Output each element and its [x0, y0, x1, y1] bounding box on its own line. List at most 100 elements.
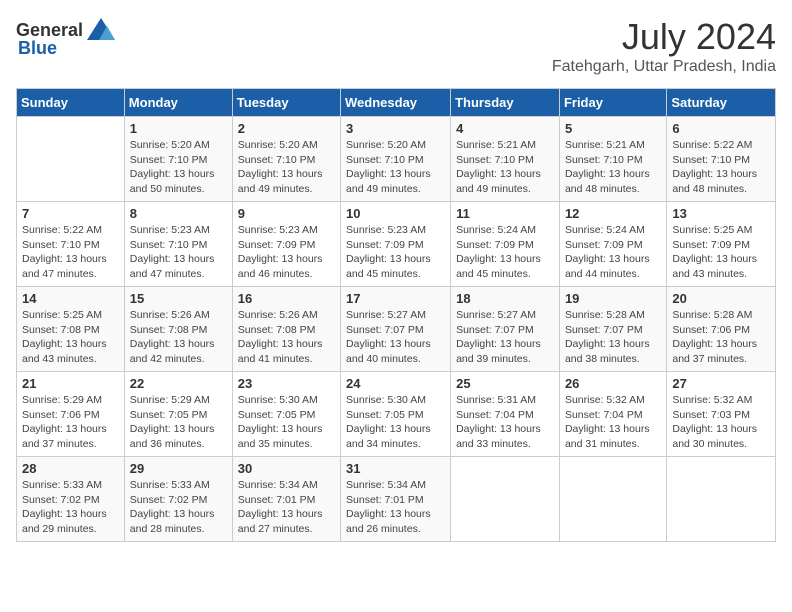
day-number: 7 [22, 206, 119, 221]
calendar-cell: 15 Sunrise: 5:26 AMSunset: 7:08 PMDayligh… [124, 287, 232, 372]
day-number: 24 [346, 376, 445, 391]
calendar-cell [17, 117, 125, 202]
day-info: Sunrise: 5:28 AMSunset: 7:06 PMDaylight:… [672, 308, 770, 367]
calendar-cell: 30 Sunrise: 5:34 AMSunset: 7:01 PMDayligh… [232, 457, 340, 542]
calendar-table: SundayMondayTuesdayWednesdayThursdayFrid… [16, 88, 776, 542]
day-number: 21 [22, 376, 119, 391]
day-number: 25 [456, 376, 554, 391]
day-info: Sunrise: 5:23 AMSunset: 7:09 PMDaylight:… [346, 223, 445, 282]
day-number: 26 [565, 376, 661, 391]
calendar-cell: 12 Sunrise: 5:24 AMSunset: 7:09 PMDayligh… [559, 202, 666, 287]
logo-blue: Blue [18, 38, 57, 59]
calendar-cell: 21 Sunrise: 5:29 AMSunset: 7:06 PMDayligh… [17, 372, 125, 457]
day-number: 16 [238, 291, 335, 306]
day-number: 10 [346, 206, 445, 221]
day-number: 5 [565, 121, 661, 136]
day-info: Sunrise: 5:21 AMSunset: 7:10 PMDaylight:… [565, 138, 661, 197]
day-info: Sunrise: 5:22 AMSunset: 7:10 PMDaylight:… [22, 223, 119, 282]
day-info: Sunrise: 5:27 AMSunset: 7:07 PMDaylight:… [346, 308, 445, 367]
day-info: Sunrise: 5:21 AMSunset: 7:10 PMDaylight:… [456, 138, 554, 197]
day-number: 18 [456, 291, 554, 306]
calendar-cell: 3 Sunrise: 5:20 AMSunset: 7:10 PMDaylight… [341, 117, 451, 202]
calendar-cell: 7 Sunrise: 5:22 AMSunset: 7:10 PMDaylight… [17, 202, 125, 287]
calendar-cell: 24 Sunrise: 5:30 AMSunset: 7:05 PMDayligh… [341, 372, 451, 457]
calendar-cell [667, 457, 776, 542]
day-info: Sunrise: 5:23 AMSunset: 7:09 PMDaylight:… [238, 223, 335, 282]
calendar-cell: 26 Sunrise: 5:32 AMSunset: 7:04 PMDayligh… [559, 372, 666, 457]
day-number: 4 [456, 121, 554, 136]
day-info: Sunrise: 5:22 AMSunset: 7:10 PMDaylight:… [672, 138, 770, 197]
day-number: 11 [456, 206, 554, 221]
logo-icon [85, 16, 117, 44]
day-info: Sunrise: 5:23 AMSunset: 7:10 PMDaylight:… [130, 223, 227, 282]
calendar-cell: 22 Sunrise: 5:29 AMSunset: 7:05 PMDayligh… [124, 372, 232, 457]
logo: General Blue [16, 16, 117, 59]
day-header-monday: Monday [124, 89, 232, 117]
day-info: Sunrise: 5:34 AMSunset: 7:01 PMDaylight:… [346, 478, 445, 537]
day-info: Sunrise: 5:26 AMSunset: 7:08 PMDaylight:… [238, 308, 335, 367]
calendar-cell: 8Sunrise: 5:23 AMSunset: 7:10 PMDaylight… [124, 202, 232, 287]
calendar-cell: 1 Sunrise: 5:20 AMSunset: 7:10 PMDaylight… [124, 117, 232, 202]
day-number: 22 [130, 376, 227, 391]
calendar-cell: 27 Sunrise: 5:32 AMSunset: 7:03 PMDayligh… [667, 372, 776, 457]
day-info: Sunrise: 5:28 AMSunset: 7:07 PMDaylight:… [565, 308, 661, 367]
day-info: Sunrise: 5:27 AMSunset: 7:07 PMDaylight:… [456, 308, 554, 367]
calendar-cell: 10 Sunrise: 5:23 AMSunset: 7:09 PMDayligh… [341, 202, 451, 287]
day-number: 13 [672, 206, 770, 221]
month-year: July 2024 [552, 16, 776, 58]
day-info: Sunrise: 5:29 AMSunset: 7:06 PMDaylight:… [22, 393, 119, 452]
day-info: Sunrise: 5:31 AMSunset: 7:04 PMDaylight:… [456, 393, 554, 452]
day-info: Sunrise: 5:34 AMSunset: 7:01 PMDaylight:… [238, 478, 335, 537]
calendar-cell: 25 Sunrise: 5:31 AMSunset: 7:04 PMDayligh… [451, 372, 560, 457]
day-info: Sunrise: 5:20 AMSunset: 7:10 PMDaylight:… [238, 138, 335, 197]
location: Fatehgarh, Uttar Pradesh, India [552, 58, 776, 76]
day-info: Sunrise: 5:24 AMSunset: 7:09 PMDaylight:… [456, 223, 554, 282]
day-number: 9 [238, 206, 335, 221]
calendar-cell: 16 Sunrise: 5:26 AMSunset: 7:08 PMDayligh… [232, 287, 340, 372]
day-header-wednesday: Wednesday [341, 89, 451, 117]
day-info: Sunrise: 5:29 AMSunset: 7:05 PMDaylight:… [130, 393, 227, 452]
day-info: Sunrise: 5:30 AMSunset: 7:05 PMDaylight:… [238, 393, 335, 452]
calendar-cell: 2Sunrise: 5:20 AMSunset: 7:10 PMDaylight… [232, 117, 340, 202]
calendar-cell: 31Sunrise: 5:34 AMSunset: 7:01 PMDayligh… [341, 457, 451, 542]
calendar-cell: 17 Sunrise: 5:27 AMSunset: 7:07 PMDayligh… [341, 287, 451, 372]
day-info: Sunrise: 5:32 AMSunset: 7:04 PMDaylight:… [565, 393, 661, 452]
calendar-cell [451, 457, 560, 542]
calendar-cell: 5 Sunrise: 5:21 AMSunset: 7:10 PMDaylight… [559, 117, 666, 202]
calendar-cell: 9 Sunrise: 5:23 AMSunset: 7:09 PMDaylight… [232, 202, 340, 287]
calendar-cell: 13Sunrise: 5:25 AMSunset: 7:09 PMDayligh… [667, 202, 776, 287]
day-header-sunday: Sunday [17, 89, 125, 117]
day-number: 30 [238, 461, 335, 476]
day-info: Sunrise: 5:33 AMSunset: 7:02 PMDaylight:… [130, 478, 227, 537]
day-info: Sunrise: 5:20 AMSunset: 7:10 PMDaylight:… [130, 138, 227, 197]
day-number: 23 [238, 376, 335, 391]
day-info: Sunrise: 5:24 AMSunset: 7:09 PMDaylight:… [565, 223, 661, 282]
day-number: 27 [672, 376, 770, 391]
day-number: 3 [346, 121, 445, 136]
day-number: 15 [130, 291, 227, 306]
calendar-cell [559, 457, 666, 542]
day-info: Sunrise: 5:33 AMSunset: 7:02 PMDaylight:… [22, 478, 119, 537]
day-number: 12 [565, 206, 661, 221]
day-number: 6 [672, 121, 770, 136]
day-number: 14 [22, 291, 119, 306]
day-number: 17 [346, 291, 445, 306]
day-info: Sunrise: 5:20 AMSunset: 7:10 PMDaylight:… [346, 138, 445, 197]
day-number: 29 [130, 461, 227, 476]
day-info: Sunrise: 5:32 AMSunset: 7:03 PMDaylight:… [672, 393, 770, 452]
calendar-cell: 20 Sunrise: 5:28 AMSunset: 7:06 PMDayligh… [667, 287, 776, 372]
calendar-cell: 4 Sunrise: 5:21 AMSunset: 7:10 PMDaylight… [451, 117, 560, 202]
day-number: 1 [130, 121, 227, 136]
day-number: 19 [565, 291, 661, 306]
calendar-cell: 14Sunrise: 5:25 AMSunset: 7:08 PMDayligh… [17, 287, 125, 372]
calendar-cell: 18 Sunrise: 5:27 AMSunset: 7:07 PMDayligh… [451, 287, 560, 372]
day-number: 20 [672, 291, 770, 306]
calendar-cell: 29 Sunrise: 5:33 AMSunset: 7:02 PMDayligh… [124, 457, 232, 542]
day-info: Sunrise: 5:30 AMSunset: 7:05 PMDaylight:… [346, 393, 445, 452]
day-info: Sunrise: 5:26 AMSunset: 7:08 PMDaylight:… [130, 308, 227, 367]
title-area: July 2024 Fatehgarh, Uttar Pradesh, Indi… [552, 16, 776, 76]
calendar-cell: 19 Sunrise: 5:28 AMSunset: 7:07 PMDayligh… [559, 287, 666, 372]
calendar-cell: 28Sunrise: 5:33 AMSunset: 7:02 PMDayligh… [17, 457, 125, 542]
header: General Blue July 2024 Fatehgarh, Uttar … [16, 16, 776, 76]
day-header-saturday: Saturday [667, 89, 776, 117]
